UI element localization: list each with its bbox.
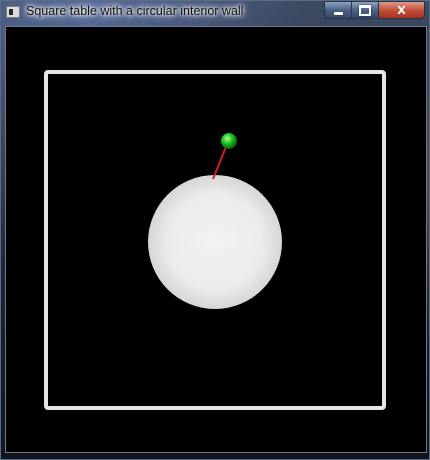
scene-svg — [44, 70, 386, 410]
maximize-button[interactable] — [351, 1, 378, 19]
minimize-button[interactable] — [324, 1, 351, 19]
title-bar[interactable]: Square table with a circular interior wa… — [1, 1, 429, 23]
app-icon[interactable] — [6, 6, 20, 18]
ball[interactable] — [221, 133, 237, 149]
application-window: Square table with a circular interior wa… — [0, 0, 430, 460]
window-title: Square table with a circular interior wa… — [26, 4, 244, 18]
circular-interior-wall — [148, 175, 282, 309]
window-controls: X — [324, 1, 425, 19]
minimize-icon — [333, 11, 343, 15]
simulation-canvas[interactable] — [5, 26, 427, 453]
close-button[interactable]: X — [378, 1, 425, 19]
maximize-icon — [359, 4, 371, 16]
close-icon: X — [397, 3, 406, 17]
